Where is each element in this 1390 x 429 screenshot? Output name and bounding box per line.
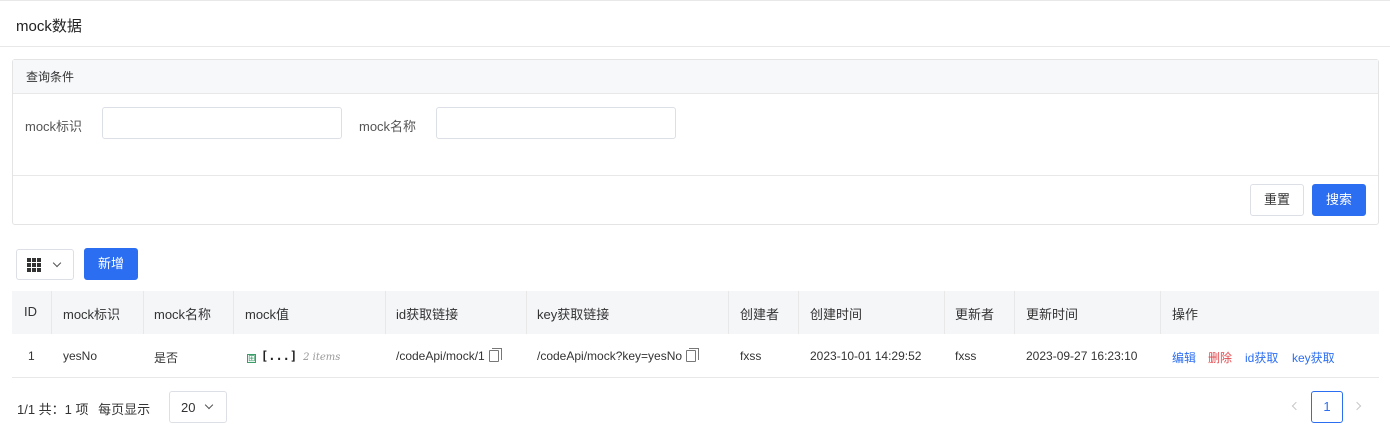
column-header-id: ID [24,304,37,319]
page-size-label: 每页显示 [98,402,151,417]
cell-id-link: /codeApi/mock/1 [396,348,502,363]
column-settings-button[interactable] [16,249,74,280]
pagination-summary: 1/1 共：1 项 [17,402,89,417]
chevron-down-icon [204,400,214,410]
prev-page-icon[interactable] [1291,401,1301,411]
column-separator [728,291,729,334]
column-separator [1014,291,1015,334]
mock-name-input[interactable] [436,107,676,139]
copy-icon[interactable] [686,348,700,362]
cell-id: 1 [28,349,35,363]
column-header-key-link: key获取链接 [537,307,610,322]
table-row: 1 yesNo 是否 ⊞ [...] 2 items /codeApi/mock/1… [12,334,1379,378]
page-size-select[interactable]: 20 [169,391,227,423]
query-divider [13,175,1378,176]
table-header: ID mock标识 mock名称 mock值 id获取链接 key获取链接 创建… [12,291,1379,334]
mock-key-label: mock标识 [25,119,83,134]
get-by-key-link[interactable]: key获取 [1292,349,1335,366]
delete-link[interactable]: 删除 [1208,349,1232,366]
page-size-value: 20 [181,400,196,415]
column-separator [233,291,234,334]
search-button[interactable]: 搜索 [1312,184,1366,216]
cell-created-at: 2023-10-01 14:29:52 [810,349,922,363]
column-separator [385,291,386,334]
column-header-mock-name: mock名称 [154,307,212,322]
column-header-actions: 操作 [1172,307,1199,322]
column-separator [526,291,527,334]
next-page-icon[interactable] [1352,401,1362,411]
column-header-mock-key: mock标识 [63,307,121,322]
edit-link[interactable]: 编辑 [1172,349,1196,366]
reset-button[interactable]: 重置 [1250,184,1304,216]
id-link-text: /codeApi/mock/1 [396,349,485,363]
chevron-down-icon [52,258,62,268]
column-header-updated-at: 更新时间 [1026,307,1079,322]
column-separator [143,291,144,334]
mock-name-label: mock名称 [359,119,417,134]
cell-creator: fxss [740,349,762,363]
add-button[interactable]: 新增 [84,248,138,280]
mock-key-input[interactable] [102,107,342,139]
column-separator [798,291,799,334]
query-panel-title: 查询条件 [13,60,1378,94]
grid-icon [27,258,41,272]
column-header-creator: 创建者 [740,307,780,322]
page-header: mock数据 [0,0,1390,47]
column-header-mock-value: mock值 [245,307,290,322]
column-separator [1160,291,1161,334]
copy-icon[interactable] [488,348,502,362]
json-item-count: 2 items [303,352,341,363]
column-header-created-at: 创建时间 [810,307,863,322]
query-panel: 查询条件 mock标识 mock名称 重置 搜索 [12,59,1379,225]
json-collapsed-value[interactable]: [...] [261,349,297,363]
page-title: mock数据 [16,18,82,35]
column-header-id-link: id获取链接 [396,307,459,322]
get-by-id-link[interactable]: id获取 [1245,349,1278,366]
column-header-updater: 更新者 [955,307,995,322]
cell-updated-at: 2023-09-27 16:23:10 [1026,349,1138,363]
cell-mock-value: ⊞ [...] 2 items [247,349,340,363]
pagination-info: 1/1 共：1 项 每页显示 [17,399,150,418]
column-separator [944,291,945,334]
cell-updater: fxss [955,349,977,363]
page-number-button[interactable]: 1 [1311,391,1343,423]
cell-key-link: /codeApi/mock?key=yesNo [537,348,700,363]
column-separator [51,291,52,334]
cell-mock-name: 是否 [154,351,179,365]
key-link-text: /codeApi/mock?key=yesNo [537,349,683,363]
expand-icon[interactable]: ⊞ [247,354,256,363]
cell-mock-key: yesNo [63,349,98,363]
